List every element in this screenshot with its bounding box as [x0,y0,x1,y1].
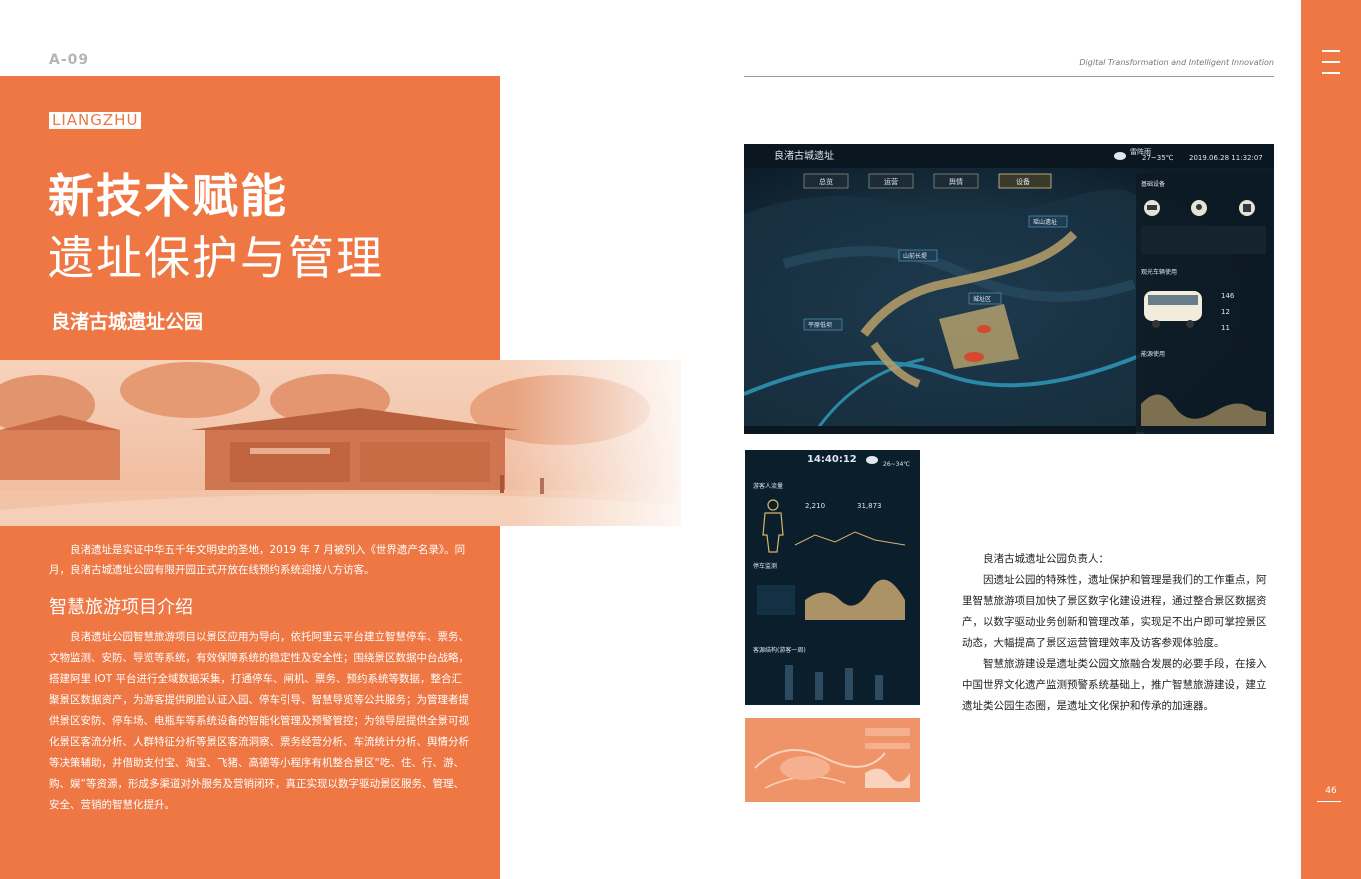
dash-logo-text: 良渚古城遗址 [774,149,834,162]
hero-tag: LIANGZHU [49,112,142,129]
intro-paragraph: 良渚遗址是实证中华五千年文明史的圣地，2019 年 7 月被列入《世界遗产名录》… [49,540,469,580]
hero-title-line2: 遗址保护与管理 [48,231,384,285]
mobile-temperature: 26~34℃ [883,461,910,468]
dash-datetime: 2019.06.28 11:32:07 [1189,154,1263,162]
map-label-text: 城址区 [973,295,991,303]
side-label-vehicles: 观光车辆使用 [1141,268,1177,276]
mobile-history-count: 31,873 [857,502,882,510]
section-text: 良渚遗址公园智慧旅游项目以景区应用为导向，依托阿里云平台建立智慧停车、票务、文物… [49,631,469,811]
quote-paragraph-1: 因遗址公园的特殊性，遗址保护和管理是我们的工作重点，阿里智慧旅游项目加快了景区数… [962,574,1267,649]
bus-icon [1239,200,1255,216]
section-title: 智慧旅游项目介绍 [49,597,193,618]
dash-tab-label: 舆情 [949,177,963,186]
map-label-text: 山前长堤 [903,252,927,260]
side-label-devices: 基础设备 [1141,180,1165,188]
dash-tab-sentiment[interactable]: 舆情 [933,173,979,189]
mobile-today-count: 2,210 [805,502,825,510]
side-label-energy: 能源使用 [1141,350,1165,358]
page-code: A-09 [49,52,90,68]
quote-lead: 良渚古城遗址公园负责人： [983,553,1109,565]
map-label-text: 瑶山遗址 [1033,218,1057,226]
dash-temperature: 27~35℃ [1142,154,1174,162]
dash-tab-operation[interactable]: 运营 [868,173,914,189]
dash-tab-overview[interactable]: 总览 [803,173,849,189]
quote-block: 良渚古城遗址公园负责人： 因遗址公园的特殊性，遗址保护和管理是我们的工作重点，阿… [962,549,1274,717]
dash-tab-device[interactable]: 设备 [998,173,1052,189]
mobile-section-parking: 停车监测 [753,562,777,570]
mobile-section-source: 客源结构(游客一周) [753,646,806,654]
mobile-time: 14:40:12 [807,454,857,465]
header-rule [744,76,1274,77]
dashboard-mobile-screenshot: 14:40:12 26~34℃ 游客人流量 2,210 31,873 停车监测 … [745,450,920,705]
intro-text: 良渚遗址是实证中华五千年文明史的圣地，2019 年 7 月被列入《世界遗产名录》… [49,544,466,576]
side-bar [1301,0,1361,879]
park-entrance-photo [0,360,681,526]
vehicle-stat-2: 12 [1221,308,1230,316]
map-label-yaoshan[interactable]: 瑶山遗址 [1028,215,1068,228]
car-icon [1144,200,1160,216]
section-body: 良渚遗址公园智慧旅游项目以景区应用为导向，依托阿里云平台建立智慧停车、票务、文物… [49,627,469,816]
menu-icon[interactable] [1322,50,1340,76]
page-number: 46 [1325,786,1337,796]
dashboard-tinted-screenshot [745,718,920,802]
dash-tab-label: 总览 [819,177,833,186]
hero-subtitle: 良渚古城遗址公园 [51,311,204,333]
weather-cloud-icon [866,456,878,464]
header-tagline: Digital Transformation and Intelligent I… [1079,58,1274,67]
page-number-rule [1317,801,1341,802]
dash-tab-label: 设备 [1016,177,1030,186]
quote-paragraph-2: 智慧旅游建设是遗址类公园文旅融合发展的必要手段，在接入中国世界文化遗产监测预警系… [962,658,1267,712]
map-label-pingyuan[interactable]: 平原低坝 [803,318,843,331]
map-label-shanqian[interactable]: 山前长堤 [898,249,938,262]
dash-tab-label: 运营 [884,177,898,186]
map-label-city[interactable]: 城址区 [968,292,1002,305]
hero-title-line1: 新技术赋能 [48,169,288,223]
mobile-section-visitors: 游客人流量 [753,482,783,490]
bulb-icon [1191,200,1207,216]
weather-cloud-icon [1114,152,1126,160]
vehicle-stat-1: 146 [1221,292,1235,300]
map-label-text: 平原低坝 [808,321,832,329]
vehicle-stat-3: 11 [1221,324,1230,332]
dashboard-main-screenshot: 良渚古城遗址 雷阵雨 27~35℃ 2019.06.28 11:32:07 总览… [744,144,1274,434]
